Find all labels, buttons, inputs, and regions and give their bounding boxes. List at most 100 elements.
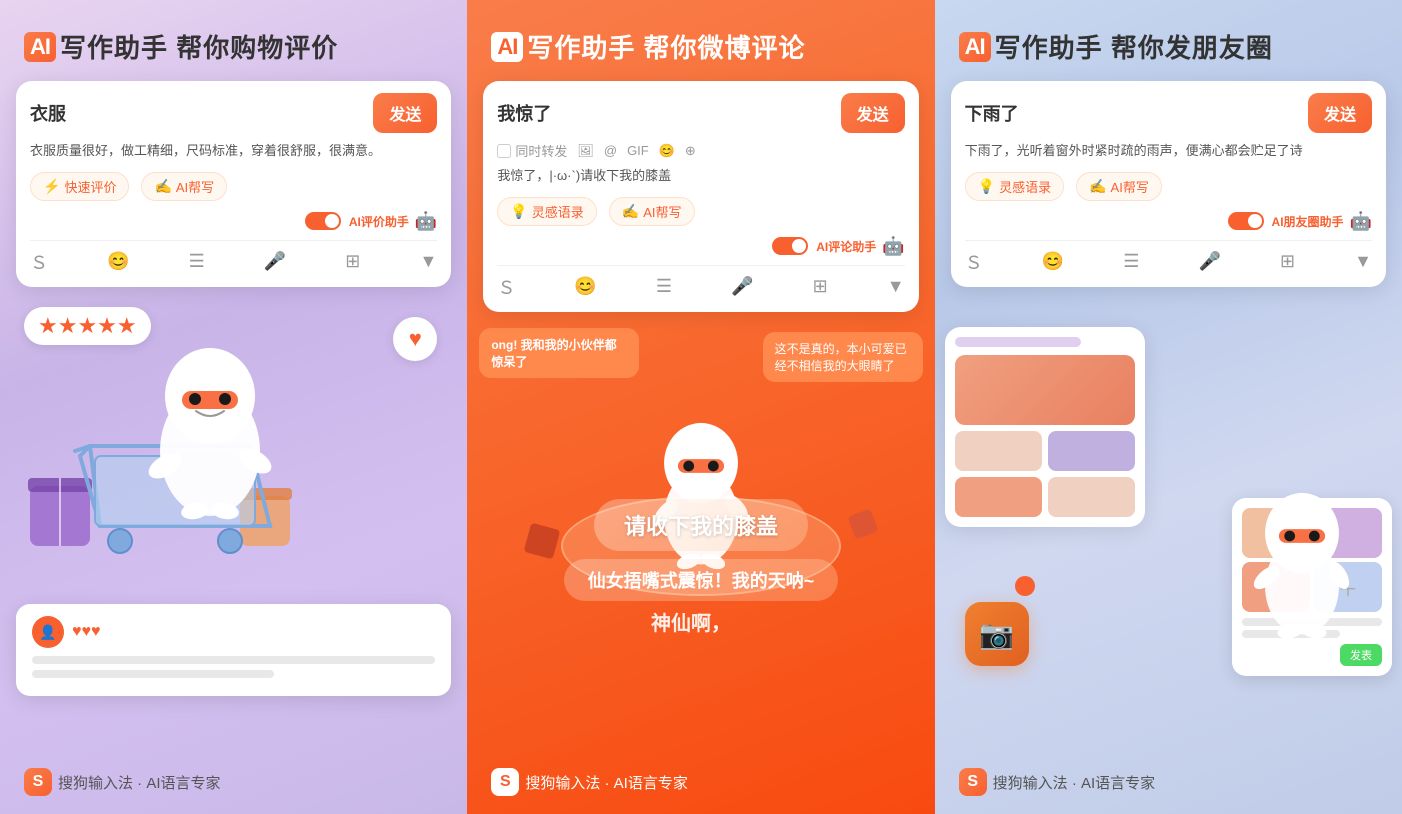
- panel1-quick-btn1[interactable]: ⚡ 快速评价: [30, 172, 129, 201]
- panel3-quick-btn2-label: AI帮写: [1111, 177, 1149, 196]
- panel1-toggle-label: AI评价助手: [349, 213, 409, 230]
- panel-weibo: AI 写作助手 帮你微博评论 我惊了 发送 同时转发 🖼 @ GIF 😊 ⊕ 我…: [467, 0, 934, 814]
- panel3-quick-btn1[interactable]: 💡 灵感语录: [965, 172, 1064, 201]
- inspiration-icon: 💡: [510, 203, 527, 220]
- panel1-toggle[interactable]: [305, 212, 341, 230]
- panel1-mascot-area: ★★★★★ ♥: [0, 287, 467, 756]
- heart-icon: ♥: [409, 326, 422, 352]
- ai-badge-2: AI: [491, 32, 523, 62]
- weibo-checkbox[interactable]: [497, 144, 511, 158]
- ribbon-text-1: 请收下我的膝盖: [594, 499, 808, 551]
- panel2-content-text: 我惊了，|·ω·`)请收下我的膝盖: [497, 166, 904, 187]
- menu-icon-1: ☰: [189, 251, 205, 272]
- weibo-plus-icon: ⊕: [685, 143, 696, 159]
- panel2-input-card: 我惊了 发送 同时转发 🖼 @ GIF 😊 ⊕ 我惊了，|·ω·`)请收下我的膝…: [483, 81, 918, 312]
- card-header-line: [955, 337, 1081, 347]
- weibo-gif-icon: GIF: [627, 143, 649, 158]
- ribbon-text-3: 神仙啊，: [651, 607, 751, 636]
- ribbon-area: 请收下我的膝盖 仙女捂嘴式震惊！我的天呐~ 神仙啊，: [467, 499, 934, 636]
- panel2-mascot-mini: 🤖: [882, 236, 904, 257]
- mic-icon-3: 🎤: [1198, 251, 1220, 272]
- review-card: 👤 ♥♥♥: [16, 604, 451, 696]
- emoji-icon-2: 😊: [574, 276, 596, 297]
- panel2-send-button[interactable]: 发送: [841, 93, 905, 133]
- panel2-quick-btn1[interactable]: 💡 灵感语录: [497, 197, 596, 226]
- panel1-quick-btn2[interactable]: ✍ AI帮写: [141, 172, 227, 201]
- panel1-content-text: 衣服质量很好，做工精细，尺码标准，穿着很舒服，很满意。: [30, 141, 437, 162]
- emoji-icon-3: 😊: [1042, 251, 1064, 272]
- sogou-kb-icon-1: Ｓ: [30, 249, 48, 275]
- panel1-input-card: 衣服 发送 衣服质量很好，做工精细，尺码标准，穿着很舒服，很满意。 ⚡ 快速评价…: [16, 81, 451, 287]
- like-bubble: ♥: [393, 317, 437, 361]
- panel1-quick-btn2-label: AI帮写: [176, 177, 214, 196]
- emoji-icon-1: 😊: [107, 251, 129, 272]
- down-icon-1: ▼: [419, 251, 437, 272]
- sogou-kb-icon-2: Ｓ: [497, 274, 515, 300]
- ai-badge-3: AI: [959, 32, 991, 62]
- panel3-quick-btn1-label: 灵感语录: [999, 177, 1051, 196]
- card-small-img-1: [955, 431, 1042, 471]
- panel1-input-text: 衣服: [30, 100, 66, 126]
- panel1-send-button[interactable]: 发送: [373, 93, 437, 133]
- panel2-quick-btn2-label: AI帮写: [643, 202, 681, 221]
- panel3-toggle[interactable]: [1228, 212, 1264, 230]
- panel2-footer: S 搜狗输入法 · AI语言专家: [467, 756, 934, 814]
- camera-app-icon: 📷: [965, 602, 1029, 666]
- panel-moments: AI 写作助手 帮你发朋友圈 下雨了 发送 下雨了，光听着窗外时紧时疏的雨声，便…: [935, 0, 1402, 814]
- panel2-toggle[interactable]: [772, 237, 808, 255]
- orange-dot-decoration: [1015, 576, 1035, 596]
- panel3-send-button[interactable]: 发送: [1308, 93, 1372, 133]
- card-small-img-3: [955, 477, 1042, 517]
- card-small-img-4: [1048, 477, 1135, 517]
- panel3-quick-btn2[interactable]: ✍ AI帮写: [1076, 172, 1162, 201]
- panel3-header-text: 写作助手 帮你发朋友圈: [995, 28, 1273, 65]
- sogou-logo-1: S: [24, 768, 52, 796]
- sogou-logo-2: S: [491, 768, 519, 796]
- weibo-bubble2: 这不是真的，本小可爱已经不相信我的大眼睛了: [763, 332, 923, 382]
- down-icon-3: ▼: [1354, 251, 1372, 272]
- panel3-header: AI 写作助手 帮你发朋友圈: [935, 0, 1402, 81]
- mic-icon-1: 🎤: [264, 251, 286, 272]
- weibo-toolbar: 同时转发 🖼 @ GIF 😊 ⊕: [497, 141, 904, 160]
- weibo-img-icon: 🖼: [577, 143, 594, 159]
- panel1-quick-btn1-label: 快速评价: [64, 177, 116, 196]
- panel1-header-text: 写作助手 帮你购物评价: [60, 28, 338, 65]
- review-hearts: ♥♥♥: [72, 623, 101, 641]
- weibo-emoji-icon: 😊: [659, 143, 675, 159]
- sogou-kb-icon-3: Ｓ: [965, 249, 983, 275]
- review-line-1: [32, 656, 435, 664]
- panel3-content-text: 下雨了，光听着窗外时紧时疏的雨声，便满心都会贮足了诗: [965, 141, 1372, 162]
- sogou-logo-3: S: [959, 768, 987, 796]
- card-small-img-2: [1048, 431, 1135, 471]
- panel1-footer: S 搜狗输入法 · AI语言专家: [0, 756, 467, 814]
- grid-icon-1: ⊞: [345, 251, 360, 272]
- ai-write-icon-2: ✍: [622, 203, 639, 220]
- grid-icon-2: ⊞: [813, 276, 828, 297]
- grid-icon-3: ⊞: [1280, 251, 1295, 272]
- panel2-quick-btn1-label: 灵感语录: [532, 202, 584, 221]
- panel3-footer: S 搜狗输入法 · AI语言专家: [935, 756, 1402, 814]
- inspiration-icon-3: 💡: [978, 178, 995, 195]
- panel-shopping: AI 写作助手 帮你购物评价 衣服 发送 衣服质量很好，做工精细，尺码标准，穿着…: [0, 0, 467, 814]
- ai-write-icon-1: ✍: [154, 178, 171, 195]
- weibo-bubble1: ong! 我和我的小伙伴都惊呆了: [479, 328, 639, 378]
- moments-preview-card: [945, 327, 1145, 527]
- panel2-footer-text: 搜狗输入法 · AI语言专家: [525, 772, 688, 793]
- panel1-footer-text: 搜狗输入法 · AI语言专家: [58, 772, 221, 793]
- weibo-at-icon: @: [604, 143, 617, 158]
- panel3-input-card: 下雨了 发送 下雨了，光听着窗外时紧时疏的雨声，便满心都会贮足了诗 💡 灵感语录…: [951, 81, 1386, 287]
- weibo-repost-label: 同时转发: [515, 141, 567, 160]
- mascot-svg-3: [1222, 456, 1382, 656]
- panel3-input-text: 下雨了: [965, 100, 1019, 126]
- panel2-toggle-label: AI评论助手: [816, 238, 876, 255]
- panel1-mascot-mini: 🤖: [415, 211, 437, 232]
- panel3-footer-text: 搜狗输入法 · AI语言专家: [993, 772, 1156, 793]
- menu-icon-3: ☰: [1123, 251, 1139, 272]
- lightning-icon-1: ⚡: [43, 178, 60, 195]
- panel1-header: AI 写作助手 帮你购物评价: [0, 0, 467, 81]
- review-line-2: [32, 670, 274, 678]
- panel2-quick-btn2[interactable]: ✍ AI帮写: [609, 197, 695, 226]
- panel3-toggle-label: AI朋友圈助手: [1272, 213, 1344, 230]
- ai-write-icon-3: ✍: [1089, 178, 1106, 195]
- mascot-cart-svg: [10, 287, 350, 626]
